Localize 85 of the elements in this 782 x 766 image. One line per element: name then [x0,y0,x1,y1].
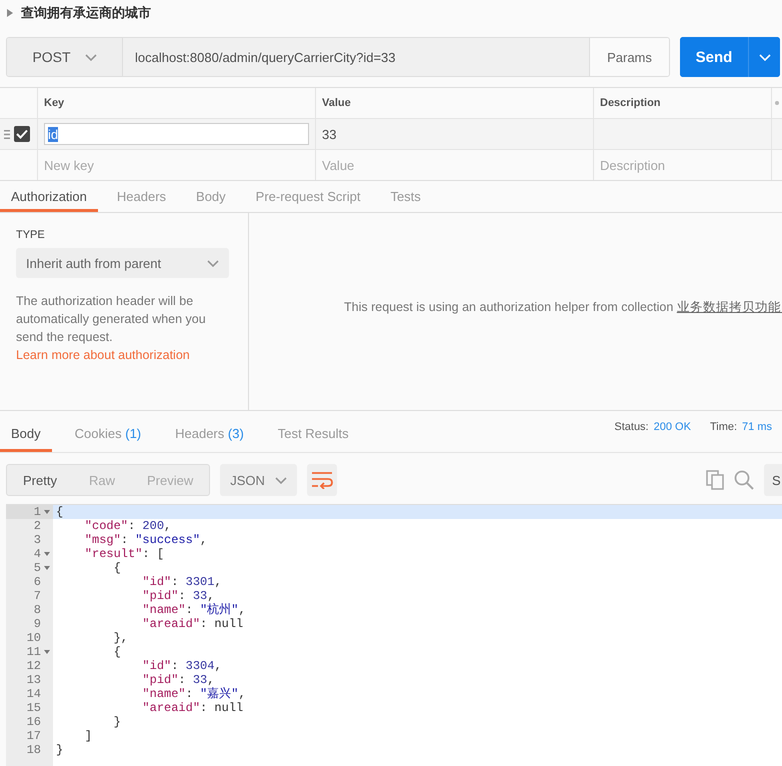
chevron-down-icon [207,260,219,266]
tab[interactable]: Cookies (1) [64,411,152,452]
tab[interactable]: Body [185,181,237,212]
dot-icon [775,101,779,105]
status-label: Time: [710,420,738,432]
fold-caret-icon [44,510,50,514]
line-number: 14 [26,687,41,701]
wrap-lines-icon [310,471,333,489]
tab[interactable]: Authorization [0,181,98,212]
code-line: "pid": 33, [141,673,216,687]
copy-button[interactable] [706,470,724,490]
wrap-lines-button[interactable] [306,464,337,496]
line-number: 3 [34,533,41,547]
status-value: 200 OK [654,420,691,432]
line-number: 5 [34,561,41,575]
code-line: "pid": 33, [141,589,216,603]
view-mode-button[interactable]: Preview [130,465,210,495]
tab[interactable]: Headers [106,181,178,212]
send-options-button[interactable] [748,37,780,77]
fold-caret-icon [44,552,50,556]
search-button[interactable] [734,470,754,490]
help-text: The authorization header will be automatically generated when you send the request. Learn more about authorization [16,293,207,364]
code-line: ] [84,729,94,743]
line-number: 4 [34,547,41,561]
line-number: 6 [34,575,41,589]
code-line: "id": 3304, [141,659,223,673]
fold-caret-icon [44,650,50,654]
key-input[interactable]: New key [44,158,309,172]
line-number: 9 [34,617,41,631]
code-line: }, [112,631,130,645]
learn-more-link[interactable]: Learn more about authorization [16,346,190,364]
status-label: Status: [614,420,649,432]
auth-type-dropdown[interactable]: Inherit auth from parent [16,248,229,278]
line-number: 10 [26,631,41,645]
line-number: 11 [26,645,41,659]
code-line: "areaid": null [141,701,244,715]
fold-caret-icon [44,566,50,570]
type-label: TYPE [16,229,46,241]
line-number: 1 [34,505,41,519]
key-field[interactable]: id [44,123,309,145]
value-input[interactable]: Value [322,158,587,172]
code-line: "areaid": null [141,617,244,631]
code-line: } [55,743,64,757]
line-number: 17 [26,729,41,743]
status-value: 71 ms [742,420,772,432]
search-icon [734,470,754,490]
checkbox[interactable] [14,126,30,142]
format-dropdown[interactable]: JSON [220,464,297,496]
request-title: 查询拥有承运商的城市 [21,4,151,22]
tab[interactable]: Pre-request Script [244,181,372,212]
description-input[interactable]: Description [600,158,765,172]
line-number: 18 [26,743,41,757]
view-mode-button[interactable]: Raw [72,465,131,495]
line-number: 8 [34,603,41,617]
tab[interactable]: Headers (3) [164,411,255,452]
auth-message: This request is using an authorization helper from collection 业务数据拷贝功能. [344,299,782,316]
line-number: 13 [26,673,41,687]
code-line: "msg": "success", [84,533,208,547]
tab[interactable]: Tests [379,181,432,212]
code-line: { [112,561,122,575]
param-value: 33 [322,126,336,142]
line-number: 7 [34,589,41,603]
line-number: 2 [34,519,41,533]
code-line: "code": 200, [84,519,172,533]
tab[interactable]: Test Results [266,411,360,452]
line-number: 16 [26,715,41,729]
chevron-down-icon [758,54,770,60]
drag-handle-icon [4,130,10,138]
collection-link[interactable]: 业务数据拷贝功能. [676,300,782,314]
save-button[interactable]: S [764,464,782,496]
copy-icon [706,470,724,490]
column-header: Value [315,88,593,118]
code-line: "id": 3301, [141,575,223,589]
line-number: 15 [26,701,41,715]
view-mode-button[interactable]: Pretty [7,465,73,495]
tab[interactable]: Body [0,411,52,452]
code-line: "result": [ [84,547,166,561]
chevron-down-icon [274,476,287,484]
code-line: } [112,715,122,729]
column-header: Key [37,88,315,118]
code-line: { [112,645,122,659]
code-line: "name": "嘉兴", [141,687,247,701]
line-number: 12 [26,659,41,673]
column-header: Description [593,88,771,118]
code-line: "name": "杭州", [141,603,247,617]
